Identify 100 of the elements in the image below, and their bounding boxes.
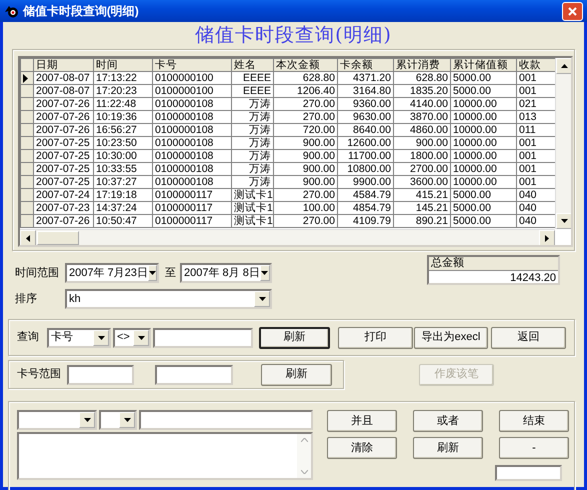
table-cell: 5000.00 [450,72,516,84]
operator-dropdown[interactable]: <> [113,328,151,348]
table-cell: 0100000108 [152,150,232,162]
table-cell: 10000.00 [450,162,516,176]
table-cell: 900.00 [394,136,450,150]
sort-dropdown[interactable]: kh [65,289,272,309]
table-cell: 890.21 [394,214,450,228]
start-date-picker[interactable]: 2007年 7月23日 [65,263,159,283]
toolbar-button[interactable]: 导出为execl [414,326,488,348]
toolbar-button[interactable]: 返回 [491,326,566,348]
table-cell: 0100000108 [152,124,232,136]
column-header[interactable]: 累计消费 [394,58,450,72]
table-cell: 3600.00 [394,176,450,188]
scroll-down-button[interactable] [556,213,571,229]
close-button[interactable] [562,2,583,20]
scroll-left-button[interactable] [20,230,36,245]
condition-input[interactable] [139,410,313,430]
column-header[interactable]: 累计储值额 [450,58,516,72]
scroll-down-icon [300,470,308,474]
scroll-up-icon [300,438,308,442]
condition-button[interactable]: 并且 [327,410,397,432]
table-cell: 测试卡1 [232,214,274,228]
condition-button[interactable]: 结束 [499,410,569,432]
table-cell: 10:23:50 [94,136,152,150]
scroll-up-button[interactable] [556,58,571,74]
up-arrow-icon [560,64,568,68]
field-dropdown[interactable]: 卡号 [47,328,111,348]
condition-button[interactable]: 或者 [413,410,483,432]
card-from-input[interactable] [67,364,134,384]
table-cell: 10000.00 [450,150,516,162]
table-cell: 0100000117 [152,202,232,214]
app-icon [4,4,20,18]
table-cell: 0100000117 [152,188,232,202]
table-cell: 10:33:55 [94,162,152,176]
table-cell: 0100000108 [152,176,232,188]
table-cell: 4860.00 [394,124,450,136]
scroll-right-button[interactable] [539,230,555,245]
dropdown-icon [84,418,90,422]
right-arrow-icon [545,234,549,242]
column-header[interactable]: 姓名 [232,58,274,72]
table-cell: 2007-07-26 [34,98,94,110]
table-cell: EEEE [232,72,274,84]
table-cell: 14:37:24 [94,202,152,214]
table-cell: 万涛 [232,150,274,162]
dropdown-icon [138,336,144,340]
down-arrow-icon [560,219,568,223]
table-cell: 10000.00 [450,176,516,188]
operator-dropdown[interactable] [99,410,137,430]
table-cell: 5000.00 [450,84,516,98]
toolbar-button[interactable]: 打印 [338,326,413,348]
condition-button[interactable]: - [499,437,569,459]
column-header[interactable]: 卡号 [152,58,232,72]
table-cell: 9630.00 [338,110,394,124]
table-cell: 415.21 [394,188,450,202]
close-icon [567,6,578,16]
table-cell: 10:30:00 [94,150,152,162]
column-header[interactable]: 卡余额 [338,58,394,72]
table-cell: 2007-07-26 [34,214,94,228]
dropdown-icon [124,418,130,422]
query-label: 查询 [17,330,40,346]
condition-button[interactable]: 清除 [327,437,397,459]
left-arrow-icon [26,234,30,242]
table-cell: 2007-07-26 [34,124,94,136]
table-cell: 万涛 [232,176,274,188]
small-input[interactable] [495,465,562,481]
refresh-button[interactable]: 刷新 [261,364,332,386]
window-title: 储值卡时段查询(明细) [22,3,139,20]
condition-text-area[interactable] [17,432,313,480]
table-cell: 100.00 [274,202,338,214]
table-cell: 2007-07-25 [34,176,94,188]
query-input[interactable] [153,328,253,348]
column-header[interactable]: 时间 [94,58,152,72]
scroll-thumb[interactable] [37,231,79,245]
table-cell: 4109.79 [338,214,394,228]
table-cell: 5000.00 [450,214,516,228]
table-cell: 270.00 [274,110,338,124]
table-cell: 4140.00 [394,98,450,110]
end-date-picker[interactable]: 2007年 8月 8日 [180,263,272,283]
table-cell: 0100000100 [152,84,232,98]
field-dropdown[interactable] [17,410,97,430]
card-to-input[interactable] [155,364,233,384]
column-header[interactable]: 收款 [516,58,556,72]
table-cell: 1800.00 [394,150,450,162]
column-header[interactable]: 日期 [34,58,94,72]
table-cell: 万涛 [232,136,274,150]
table-cell: 2007-07-26 [34,110,94,124]
table-cell: 万涛 [232,124,274,136]
table-cell: 900.00 [274,162,338,176]
table-cell: 0100000100 [152,72,232,84]
table-cell: 2007-07-25 [34,136,94,150]
toolbar-button[interactable]: 刷新 [259,326,330,348]
table-cell: 900.00 [274,136,338,150]
card-range-label: 卡号范围 [17,367,62,382]
column-header[interactable]: 本次金额 [274,58,338,72]
table-cell: 17:19:18 [94,188,152,202]
table-cell: 10:50:47 [94,214,152,228]
table-cell: 测试卡1 [232,202,274,214]
table-cell: 3870.00 [394,110,450,124]
condition-button[interactable]: 刷新 [413,437,483,459]
sort-label: 排序 [15,292,38,307]
